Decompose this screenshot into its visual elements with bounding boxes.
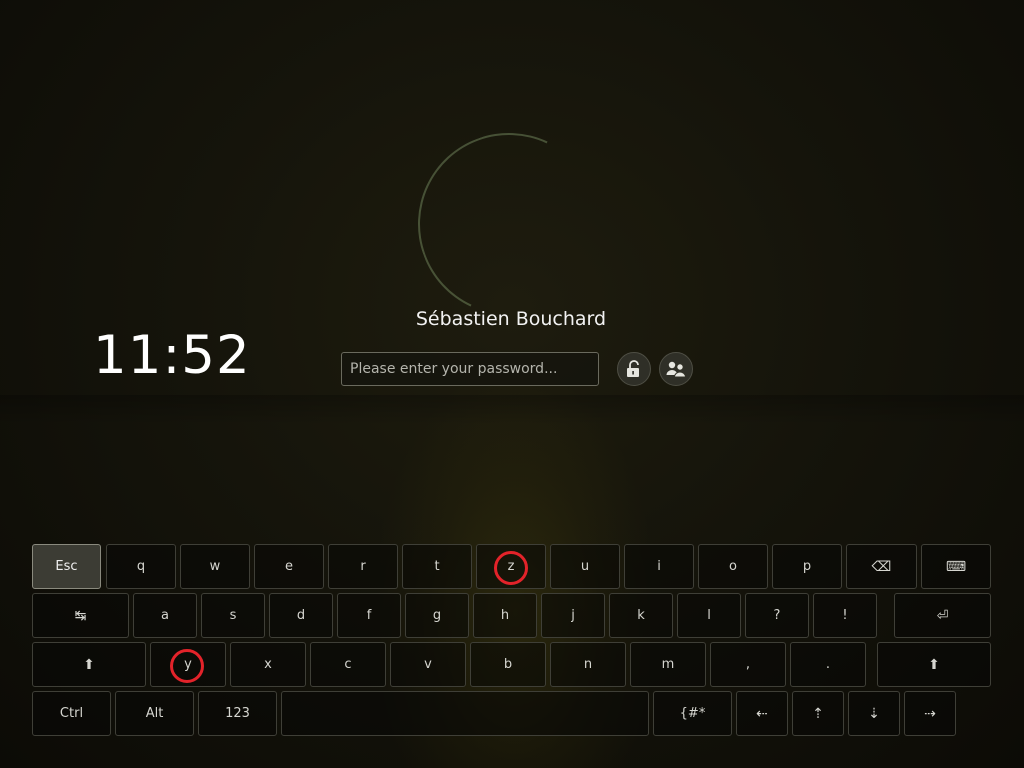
key-u[interactable]: u	[550, 544, 620, 589]
key-z[interactable]: z	[476, 544, 546, 589]
key-shift-left[interactable]: ⬆	[32, 642, 146, 687]
key-t[interactable]: t	[402, 544, 472, 589]
key-r[interactable]: r	[328, 544, 398, 589]
key-g[interactable]: g	[405, 593, 469, 638]
key-j[interactable]: j	[541, 593, 605, 638]
unlock-icon	[624, 359, 644, 379]
key-l[interactable]: l	[677, 593, 741, 638]
key-i[interactable]: i	[624, 544, 694, 589]
key-c[interactable]: c	[310, 642, 386, 687]
key-m[interactable]: m	[630, 642, 706, 687]
key-e[interactable]: e	[254, 544, 324, 589]
key-arrow-down[interactable]: ⇣	[848, 691, 900, 736]
key-comma[interactable]: ,	[710, 642, 786, 687]
key-f[interactable]: f	[337, 593, 401, 638]
key-v[interactable]: v	[390, 642, 466, 687]
unlock-button[interactable]	[617, 352, 651, 386]
user-name: Sébastien Bouchard	[415, 308, 607, 330]
key-question[interactable]: ?	[745, 593, 809, 638]
key-enter[interactable]: ⏎	[894, 593, 991, 638]
key-d[interactable]: d	[269, 593, 333, 638]
key-arrow-up[interactable]: ⇡	[792, 691, 844, 736]
key-period[interactable]: .	[790, 642, 866, 687]
key-ctrl[interactable]: Ctrl	[32, 691, 111, 736]
key-backspace[interactable]: ⌫	[846, 544, 917, 589]
key-exclamation[interactable]: !	[813, 593, 877, 638]
horizon-shade	[0, 395, 1024, 425]
key-y[interactable]: y	[150, 642, 226, 687]
key-n[interactable]: n	[550, 642, 626, 687]
key-w[interactable]: w	[180, 544, 250, 589]
key-tab[interactable]: ↹	[32, 593, 129, 638]
key-o[interactable]: o	[698, 544, 768, 589]
key-alt[interactable]: Alt	[115, 691, 194, 736]
key-q[interactable]: q	[106, 544, 176, 589]
switch-user-icon	[665, 359, 687, 379]
password-input[interactable]	[341, 352, 599, 386]
key-symbols[interactable]: {#*	[653, 691, 732, 736]
switch-user-button[interactable]	[659, 352, 693, 386]
clock-time: 11:52	[93, 325, 251, 386]
key-h[interactable]: h	[473, 593, 537, 638]
key-space[interactable]	[281, 691, 649, 736]
key-k[interactable]: k	[609, 593, 673, 638]
key-numbers[interactable]: 123	[198, 691, 277, 736]
key-keyboard-hide[interactable]: ⌨	[921, 544, 991, 589]
key-arrow-right[interactable]: ⇢	[904, 691, 956, 736]
key-b[interactable]: b	[470, 642, 546, 687]
key-a[interactable]: a	[133, 593, 197, 638]
key-esc[interactable]: Esc	[32, 544, 101, 589]
key-p[interactable]: p	[772, 544, 842, 589]
key-shift-right[interactable]: ⬆	[877, 642, 991, 687]
key-arrow-left[interactable]: ⇠	[736, 691, 788, 736]
key-x[interactable]: x	[230, 642, 306, 687]
key-s[interactable]: s	[201, 593, 265, 638]
